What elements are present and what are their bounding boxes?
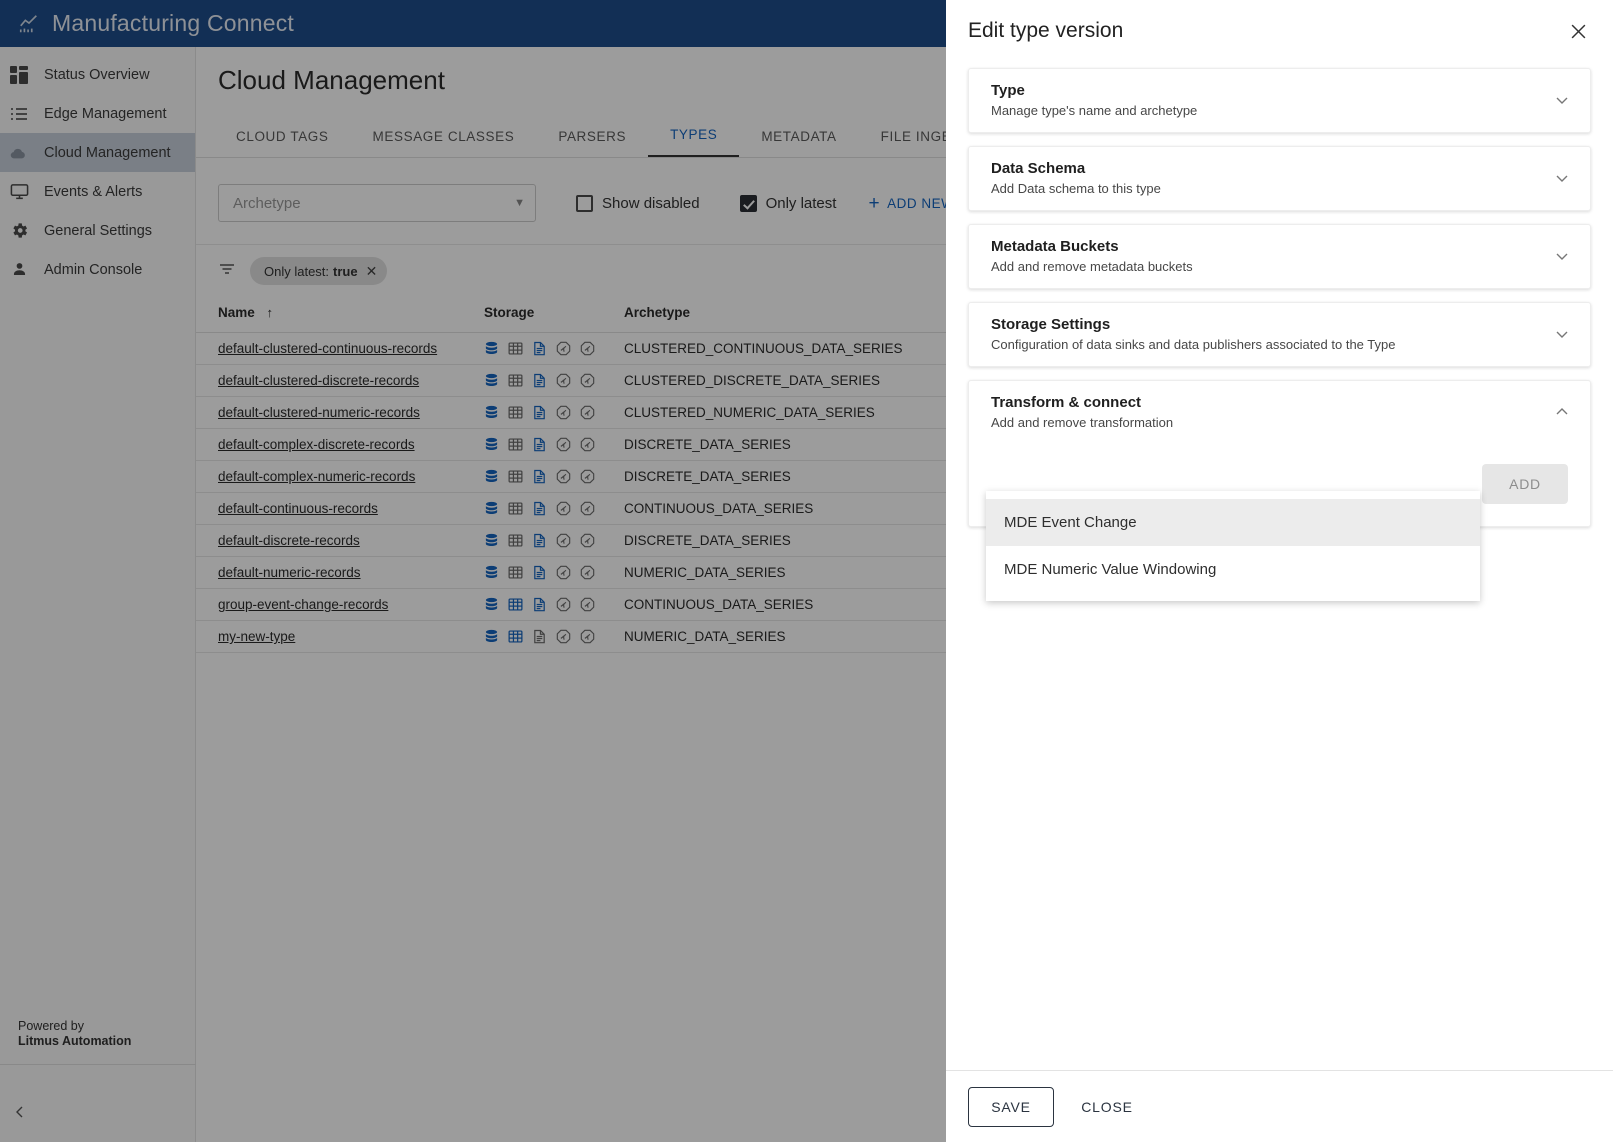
accordion-subtitle: Add and remove metadata buckets [991, 259, 1552, 274]
drawer-header: Edit type version [946, 0, 1613, 62]
edit-type-version-drawer: Edit type version Type Manage type's nam… [946, 0, 1613, 1142]
close-icon[interactable] [1565, 18, 1591, 44]
accordion-type: Type Manage type's name and archetype [968, 68, 1591, 133]
accordion-transform-connect: Transform & connect Add and remove trans… [968, 380, 1591, 527]
chevron-down-icon [1552, 248, 1572, 264]
accordion-header-type[interactable]: Type Manage type's name and archetype [969, 69, 1590, 132]
accordion-data-schema: Data Schema Add Data schema to this type [968, 146, 1591, 211]
chevron-down-icon [1552, 326, 1572, 342]
accordion-subtitle: Configuration of data sinks and data pub… [991, 337, 1552, 352]
drawer-body: Type Manage type's name and archetype Da… [946, 62, 1613, 1070]
add-transformation-button[interactable]: ADD [1482, 464, 1568, 504]
accordion-subtitle: Add and remove transformation [991, 415, 1552, 430]
drawer-title: Edit type version [968, 19, 1123, 43]
accordion-subtitle: Add Data schema to this type [991, 181, 1552, 196]
chevron-down-icon [1552, 170, 1572, 186]
dropdown-option-mde-numeric-value-windowing[interactable]: MDE Numeric Value Windowing [986, 546, 1480, 593]
chevron-down-icon [1552, 92, 1572, 108]
accordion-title: Transform & connect [991, 394, 1552, 411]
accordion-title: Data Schema [991, 160, 1552, 177]
accordion-header-storage-settings[interactable]: Storage Settings Configuration of data s… [969, 303, 1590, 366]
chevron-up-icon [1552, 404, 1572, 420]
accordion-subtitle: Manage type's name and archetype [991, 103, 1552, 118]
accordion-title: Storage Settings [991, 316, 1552, 333]
dropdown-option-mde-event-change[interactable]: MDE Event Change [986, 499, 1480, 546]
accordion-metadata-buckets: Metadata Buckets Add and remove metadata… [968, 224, 1591, 289]
close-button[interactable]: CLOSE [1064, 1087, 1150, 1127]
accordion-header-transform-connect[interactable]: Transform & connect Add and remove trans… [969, 381, 1590, 444]
accordion-header-data-schema[interactable]: Data Schema Add Data schema to this type [969, 147, 1590, 210]
accordion-title: Type [991, 82, 1552, 99]
save-button[interactable]: SAVE [968, 1087, 1054, 1127]
accordion-header-metadata-buckets[interactable]: Metadata Buckets Add and remove metadata… [969, 225, 1590, 288]
accordion-title: Metadata Buckets [991, 238, 1552, 255]
drawer-footer: SAVE CLOSE [946, 1070, 1613, 1142]
accordion-storage-settings: Storage Settings Configuration of data s… [968, 302, 1591, 367]
transformation-dropdown-menu: MDE Event Change MDE Numeric Value Windo… [986, 491, 1480, 601]
